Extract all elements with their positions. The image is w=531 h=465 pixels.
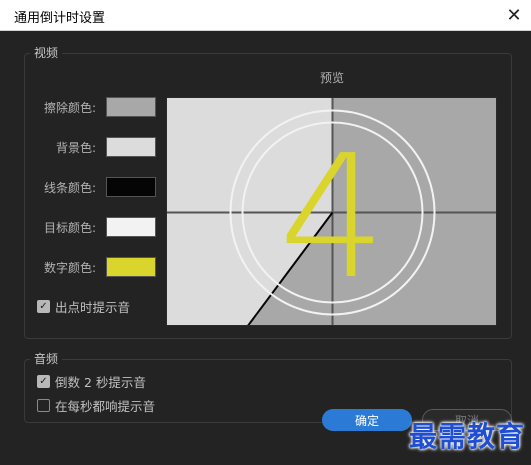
dialog-title: 通用倒计时设置 [14, 11, 106, 26]
wipe-color-swatch[interactable] [106, 97, 156, 117]
wipe-color-row: 擦除颜色: [24, 97, 156, 117]
preview-digit: 4 [278, 119, 386, 317]
two-second-beep-checkbox[interactable]: ✓ [37, 375, 50, 388]
two-second-beep-option[interactable]: ✓ 倒数 2 秒提示音 [37, 372, 146, 391]
title-bar: 通用倒计时设置 ✕ [0, 0, 531, 31]
dialog-body: 视频 预览 擦除颜色: 背景色: 线条颜色: 目标颜色: 数字颜色: ✓ 出点时… [0, 31, 531, 465]
background-color-swatch[interactable] [106, 137, 156, 157]
every-second-beep-checkbox[interactable] [37, 399, 50, 412]
line-color-row: 线条颜色: [24, 177, 156, 197]
digit-color-label: 数字颜色: [43, 260, 96, 275]
target-color-row: 目标颜色: [24, 217, 156, 237]
preview-canvas: 4 [167, 98, 496, 325]
target-color-label: 目标颜色: [43, 220, 96, 235]
cue-at-out-option[interactable]: ✓ 出点时提示音 [37, 297, 130, 316]
every-second-beep-label: 在每秒都响提示音 [55, 399, 156, 414]
ok-button[interactable]: 确定 [322, 409, 412, 431]
digit-color-row: 数字颜色: [24, 257, 156, 277]
line-color-label: 线条颜色: [43, 180, 96, 195]
watermark-logo: 最需教育 [408, 420, 525, 453]
digit-color-swatch[interactable] [106, 257, 156, 277]
preview-label: 预览 [320, 71, 345, 85]
close-icon[interactable]: ✕ [497, 0, 531, 31]
cue-at-out-checkbox[interactable]: ✓ [37, 300, 50, 313]
cue-at-out-label: 出点时提示音 [55, 300, 131, 315]
target-color-swatch[interactable] [106, 217, 156, 237]
background-color-label: 背景色: [55, 140, 96, 155]
every-second-beep-option[interactable]: 在每秒都响提示音 [37, 396, 155, 415]
line-color-swatch[interactable] [106, 177, 156, 197]
two-second-beep-label: 倒数 2 秒提示音 [55, 375, 146, 390]
audio-group-legend: 音频 [30, 350, 63, 367]
wipe-color-label: 擦除颜色: [43, 100, 96, 115]
background-color-row: 背景色: [24, 137, 156, 157]
countdown-preview: 4 [166, 97, 497, 326]
video-group-legend: 视频 [30, 44, 63, 61]
